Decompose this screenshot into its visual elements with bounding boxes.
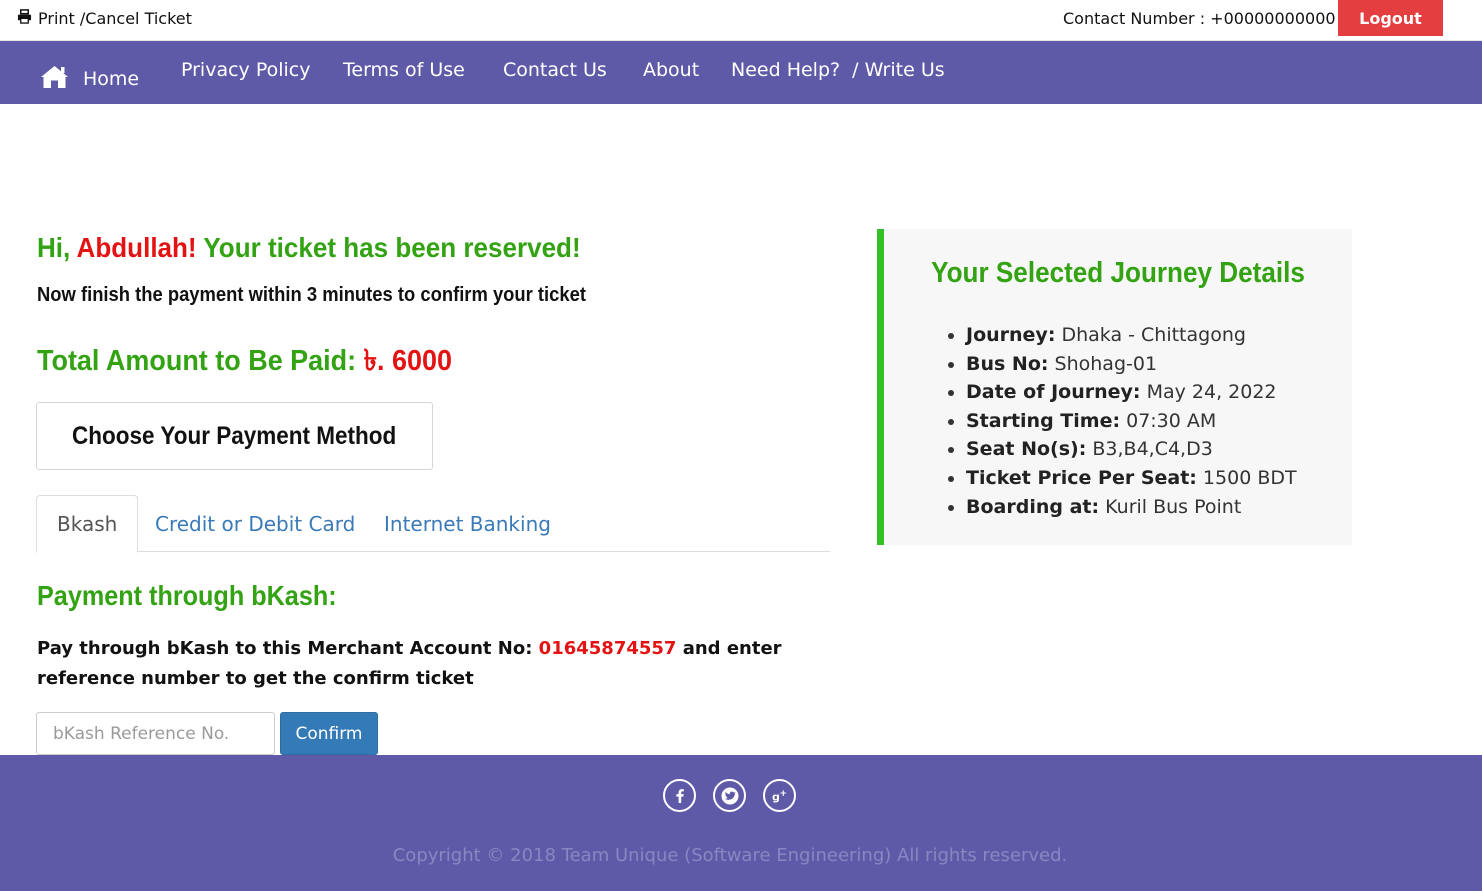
nav-privacy-policy[interactable]: Privacy Policy [181,59,310,81]
print-cancel-ticket-link[interactable]: Print /Cancel Ticket [17,9,192,28]
journey-detail-label: Ticket Price Per Seat: [966,466,1197,489]
top-bar: Print /Cancel Ticket Contact Number : +0… [0,0,1482,41]
nav-terms-of-use[interactable]: Terms of Use [343,59,465,81]
journey-detail-value: Shohag-01 [1048,352,1158,375]
choose-payment-method-heading: Choose Your Payment Method [72,421,397,450]
print-cancel-label: Print /Cancel Ticket [38,9,192,28]
nav-home-label: Home [83,68,140,90]
payment-deadline-notice: Now finish the payment within 3 minutes … [37,284,586,306]
confirm-button[interactable]: Confirm [280,712,378,755]
journey-detail-item: Date of Journey: May 24, 2022 [966,378,1297,407]
logout-button[interactable]: Logout [1338,0,1443,36]
facebook-icon[interactable] [663,779,696,812]
total-amount: Total Amount to Be Paid: ৳. 6000 [37,338,452,387]
journey-detail-value: Dhaka - Chittagong [1055,324,1246,346]
journey-detail-item: Starting Time: 07:30 AM [966,407,1297,436]
greeting-hi: Hi, [37,232,77,263]
nav-about[interactable]: About [643,59,699,81]
journey-detail-label: Journey: [966,324,1056,346]
total-amount-value: ৳. 6000 [363,345,453,377]
journey-details-list: Journey: Dhaka - Chittagong Bus No: Shoh… [966,321,1297,521]
journey-detail-value: Kuril Bus Point [1099,495,1242,518]
journey-detail-value: B3,B4,C4,D3 [1086,438,1213,461]
journey-detail-item: Seat No(s): B3,B4,C4,D3 [966,435,1297,464]
journey-detail-value: 1500 BDT [1196,466,1297,489]
contact-number: Contact Number : +00000000000 [1063,9,1336,28]
tab-credit-debit-card[interactable]: Credit or Debit Card [135,495,375,552]
tab-internet-banking[interactable]: Internet Banking [364,495,571,552]
bkash-reference-input[interactable] [36,712,275,755]
copyright-text: Copyright © 2018 Team Unique (Software E… [392,845,1068,866]
journey-detail-label: Date of Journey: [966,381,1141,404]
main-navbar: Home Privacy Policy Terms of Use Contact… [0,41,1482,104]
payment-heading: Payment through bKash: [37,580,337,611]
merchant-account-number: 01645874557 [538,638,677,659]
nav-home[interactable]: Home [40,58,139,94]
journey-detail-item: Bus No: Shohag-01 [966,350,1297,379]
journey-detail-value: May 24, 2022 [1140,381,1277,404]
total-amount-label: Total Amount to Be Paid: [37,345,364,377]
journey-detail-item: Ticket Price Per Seat: 1500 BDT [966,464,1297,493]
journey-detail-label: Boarding at: [966,495,1100,518]
greeting-message: Your ticket has been reserved! [196,232,581,263]
nav-need-help[interactable]: Need Help? / Write Us [731,59,945,81]
journey-details-title: Your Selected Journey Details [931,257,1305,289]
journey-detail-label: Seat No(s): [966,438,1087,461]
choose-payment-method-box: Choose Your Payment Method [36,402,433,470]
payment-desc-before: Pay through bKash to this Merchant Accou… [37,638,539,659]
google-plus-icon[interactable]: g + [763,779,796,812]
journey-detail-label: Starting Time: [966,409,1121,432]
svg-text:+: + [779,789,787,799]
payment-method-tabs: Bkash Credit or Debit Card Internet Bank… [36,495,830,553]
journey-detail-value: 07:30 AM [1120,409,1217,432]
journey-detail-item: Boarding at: Kuril Bus Point [966,493,1297,522]
reservation-greeting: Hi, Abdullah! Your ticket has been reser… [37,232,581,264]
tab-bkash[interactable]: Bkash [36,495,139,553]
journey-details-panel: Your Selected Journey Details Journey: D… [877,229,1352,545]
journey-detail-label: Bus No: [966,352,1049,375]
printer-icon [17,9,32,28]
user-name: Abdullah! [76,232,197,263]
journey-detail-item: Journey: Dhaka - Chittagong [966,321,1297,350]
nav-contact-us[interactable]: Contact Us [503,59,607,81]
home-icon [40,64,69,94]
twitter-icon[interactable] [713,779,746,812]
payment-instructions: Pay through bKash to this Merchant Accou… [37,634,837,694]
footer: g + Copyright © 2018 Team Unique (Softwar… [0,755,1482,891]
